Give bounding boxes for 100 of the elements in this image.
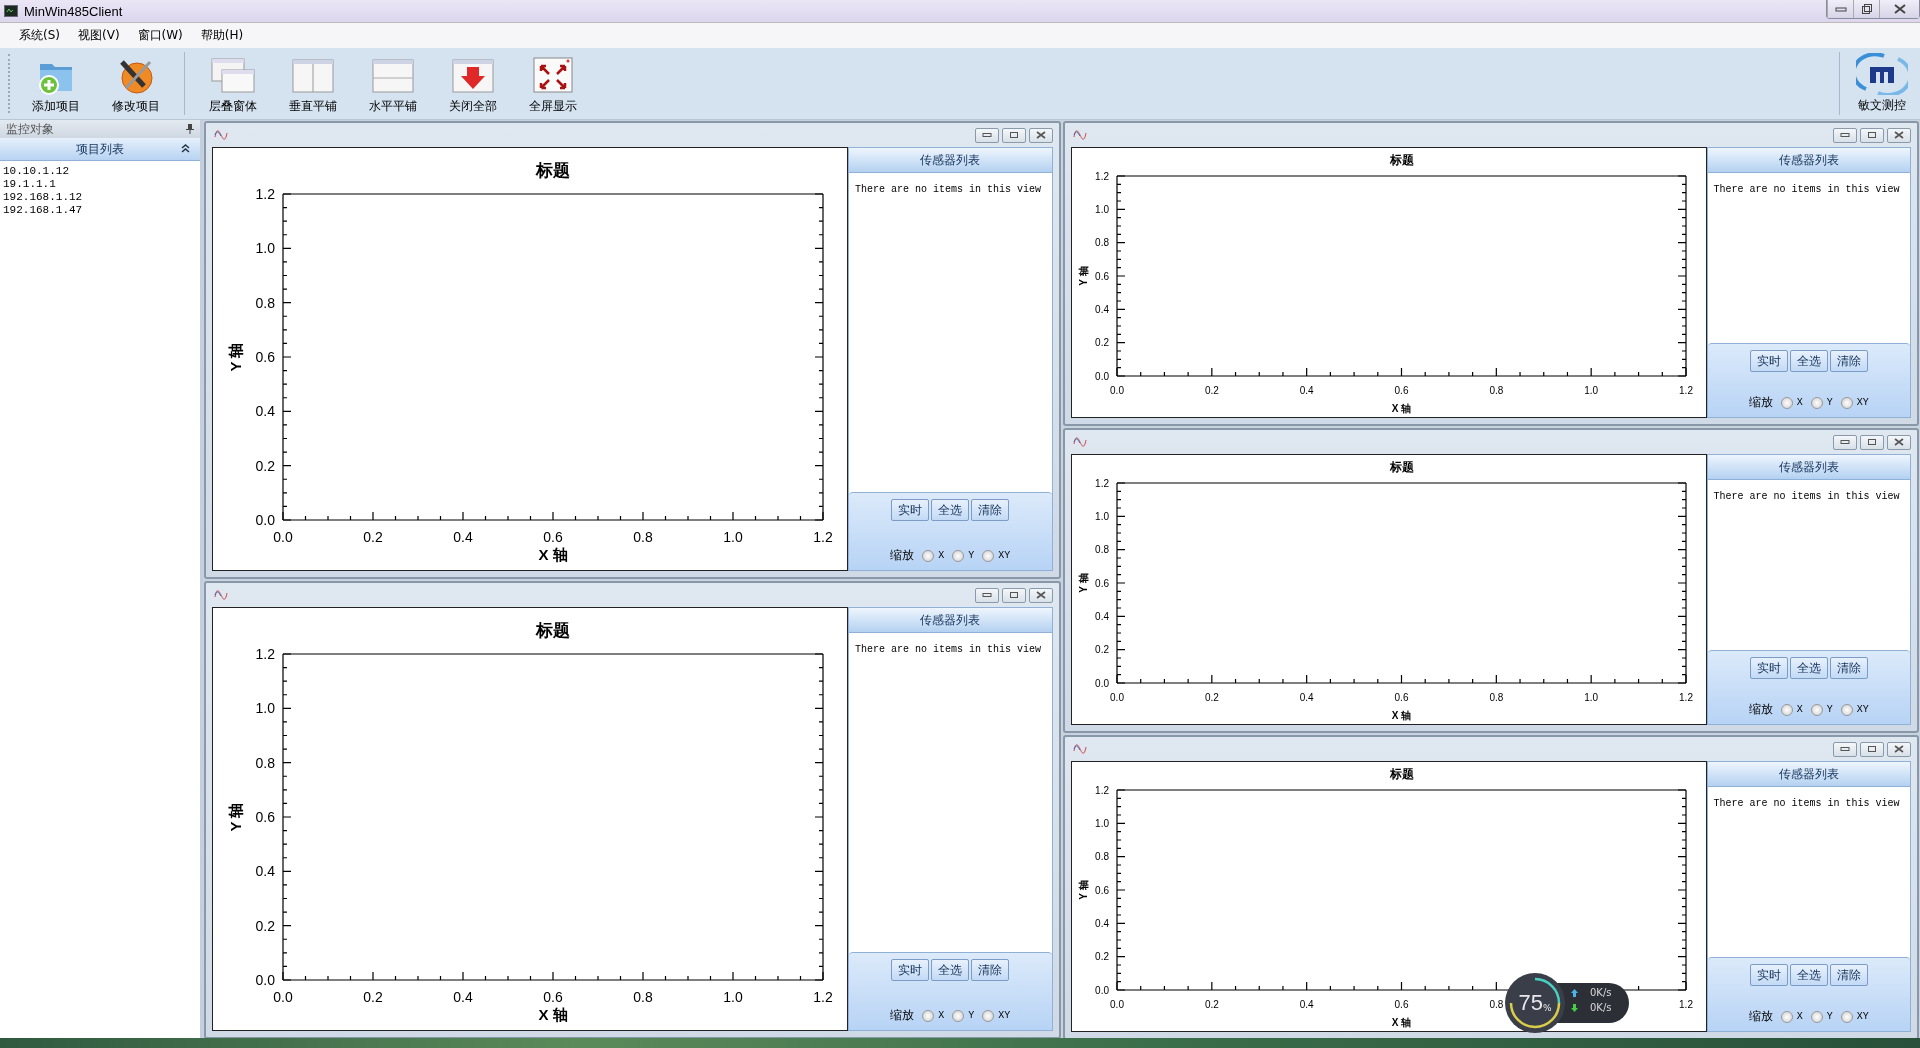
toolbar-button[interactable]: 添加项目: [16, 48, 96, 119]
section-header[interactable]: 项目列表: [0, 138, 200, 161]
tick-label: 0.2: [1204, 385, 1219, 396]
close-button[interactable]: [1028, 127, 1053, 143]
minimize-button[interactable]: [1833, 741, 1857, 757]
panel-title: 传感器列表: [920, 611, 981, 629]
tick-label: 1.0: [255, 240, 275, 257]
tick-label: 0.0: [255, 511, 275, 528]
minimize-button[interactable]: [974, 587, 999, 603]
panel-title: 传感器列表: [1778, 151, 1839, 169]
zoom-radio[interactable]: XY: [1840, 396, 1869, 409]
tick-label: 0.2: [1094, 644, 1109, 656]
project-item[interactable]: 10.10.1.12: [3, 165, 197, 178]
logo-label: 敏文测控: [1858, 97, 1906, 114]
panel-button[interactable]: 实时: [891, 499, 930, 521]
x-axis-label: X 轴: [538, 1006, 568, 1023]
menu-item[interactable]: 帮助(H): [191, 25, 253, 46]
zoom-label: 缩放: [890, 547, 915, 564]
zoom-radio[interactable]: XY: [1840, 1010, 1869, 1023]
maximize-button[interactable]: [1001, 587, 1026, 603]
panel-button[interactable]: 全选: [1789, 350, 1828, 372]
maximize-icon: [1008, 591, 1019, 599]
panel-title: 传感器列表: [920, 151, 981, 169]
tick-label: 0.0: [1094, 984, 1109, 996]
tick-label: 0.8: [1094, 544, 1109, 556]
project-item[interactable]: 192.168.1.47: [3, 204, 197, 217]
restore-button[interactable]: [1853, 0, 1879, 18]
panel-button[interactable]: 全选: [1789, 657, 1828, 679]
project-item[interactable]: 19.1.1.1: [3, 178, 197, 191]
maximize-button[interactable]: [1860, 741, 1884, 757]
y-axis-label: Y 轴: [1077, 266, 1089, 286]
close-button[interactable]: [1887, 434, 1911, 450]
tick-label: 0.8: [1488, 999, 1503, 1010]
wave-icon: [214, 128, 228, 142]
tick-label: 0.6: [1094, 270, 1109, 282]
maximize-button[interactable]: [1860, 434, 1884, 450]
menu-item[interactable]: 系统(S): [10, 25, 69, 46]
panel-button[interactable]: 清除: [971, 499, 1010, 521]
sidebar-title: 监控对象: [6, 120, 54, 138]
chart-title: 标题: [536, 621, 570, 640]
zoom-label: 缩放: [1748, 394, 1773, 411]
collapse-icon[interactable]: [181, 144, 190, 153]
panel-button[interactable]: 全选: [1789, 964, 1828, 986]
minimize-button[interactable]: [974, 127, 999, 143]
tick-label: 1.2: [813, 529, 833, 545]
tick-label: 0.2: [363, 529, 383, 545]
upload-arrow-icon: [1571, 988, 1578, 997]
toolbar-button[interactable]: 水平平铺: [353, 48, 433, 119]
maximize-button[interactable]: [1860, 127, 1884, 143]
toolbar-button[interactable]: 修改项目: [96, 48, 176, 119]
wave-icon: [1072, 742, 1087, 756]
minimize-button[interactable]: [1833, 127, 1857, 143]
tick-label: 0.0: [273, 989, 293, 1005]
tick-label: 0.4: [453, 989, 473, 1005]
panel-title: 传感器列表: [1778, 458, 1839, 476]
y-axis-label: Y 轴: [1077, 573, 1089, 593]
panel-button[interactable]: 实时: [1749, 964, 1788, 986]
close-icon: [1893, 4, 1906, 14]
panel-button[interactable]: 实时: [1749, 657, 1788, 679]
panel-button[interactable]: 清除: [1829, 964, 1868, 986]
toolbar-button[interactable]: 垂直平铺: [273, 48, 353, 119]
maximize-button[interactable]: [1001, 127, 1026, 143]
tick-label: 0.4: [255, 403, 275, 420]
panel-button[interactable]: 实时: [891, 959, 930, 981]
zoom-radio[interactable]: XY: [982, 549, 1011, 562]
close-button[interactable]: [1028, 587, 1053, 603]
menu-item[interactable]: 窗口(W): [128, 25, 192, 46]
panel-button[interactable]: 清除: [1829, 657, 1868, 679]
cascade-windows-icon: [210, 56, 256, 96]
menu-item[interactable]: 视图(V): [69, 25, 129, 46]
close-button[interactable]: [1879, 0, 1919, 18]
tick-label: 1.2: [1678, 692, 1693, 703]
tick-label: 0.4: [1299, 999, 1314, 1010]
minimize-button[interactable]: [1833, 434, 1857, 450]
tick-label: 1.2: [813, 989, 833, 1005]
panel-button[interactable]: 全选: [931, 959, 970, 981]
tick-label: 0.0: [255, 971, 275, 988]
toolbar-button[interactable]: 层叠窗体: [193, 48, 273, 119]
close-button[interactable]: [1887, 741, 1911, 757]
tick-label: 0.6: [1394, 999, 1408, 1010]
panel-button[interactable]: 实时: [1749, 350, 1788, 372]
logo-icon: [1856, 53, 1908, 95]
tick-label: 1.2: [255, 645, 275, 662]
zoom-radio[interactable]: XY: [982, 1009, 1011, 1022]
toolbar-button[interactable]: 全屏显示: [513, 48, 593, 119]
panel-button[interactable]: 全选: [931, 499, 970, 521]
tick-label: 0.8: [1094, 851, 1109, 863]
empty-message: There are no items in this view: [855, 184, 1042, 195]
tick-label: 1.0: [1583, 385, 1598, 396]
tick-label: 1.0: [1094, 510, 1109, 522]
download-rate: 0K/s: [1590, 1002, 1612, 1013]
maximize-icon: [1867, 745, 1877, 753]
zoom-radio[interactable]: XY: [1840, 703, 1869, 716]
y-axis-label: Y 轴: [226, 802, 244, 832]
toolbar-button[interactable]: 关闭全部: [433, 48, 513, 119]
panel-button[interactable]: 清除: [1829, 350, 1868, 372]
panel-button[interactable]: 清除: [971, 959, 1010, 981]
project-item[interactable]: 192.168.1.12: [3, 191, 197, 204]
close-button[interactable]: [1887, 127, 1911, 143]
pin-icon[interactable]: [186, 124, 194, 134]
